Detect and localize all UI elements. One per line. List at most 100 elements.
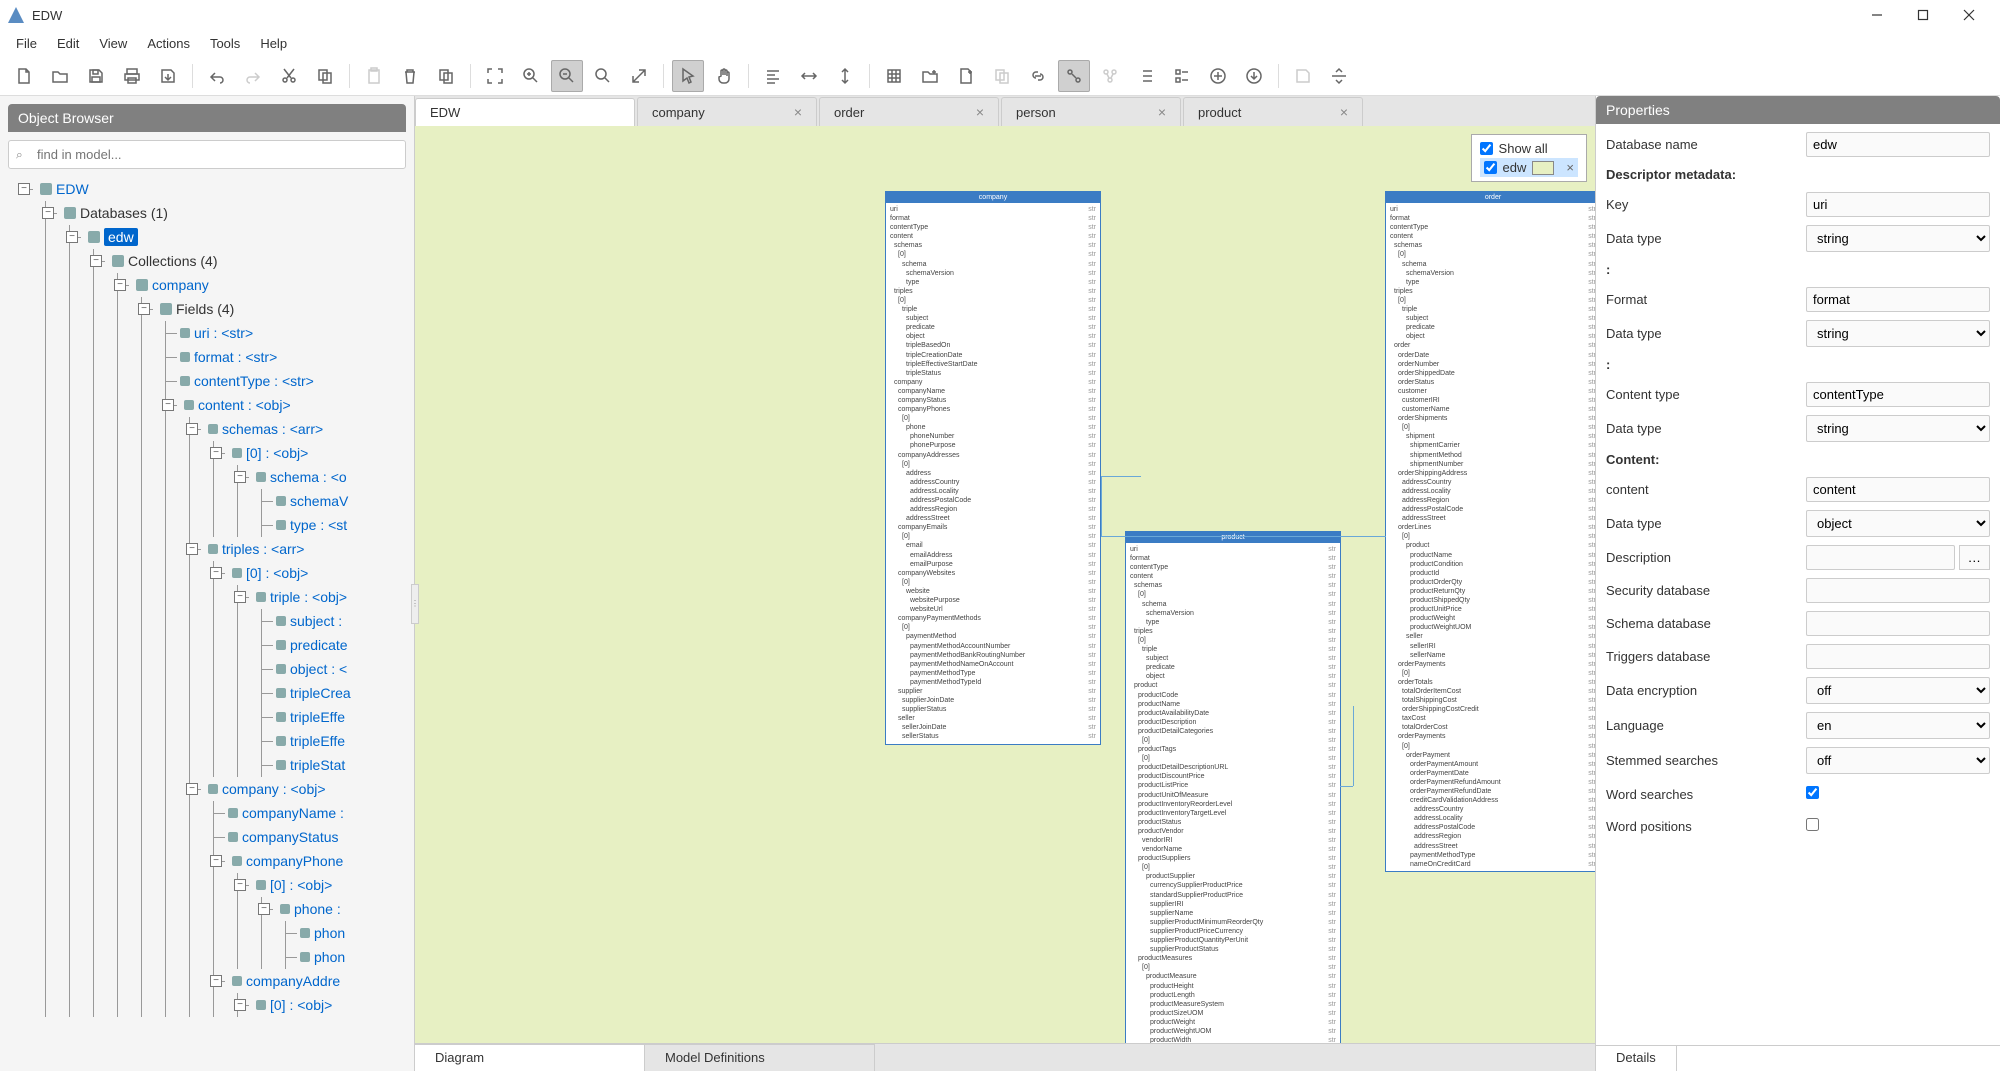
save2-icon[interactable] — [1287, 60, 1319, 92]
grid-icon[interactable] — [878, 60, 910, 92]
hand-icon[interactable] — [708, 60, 740, 92]
tree-databases[interactable]: Databases (1) — [80, 205, 168, 221]
tree-collections[interactable]: Collections (4) — [128, 253, 217, 269]
prop-input-content-type[interactable] — [1806, 382, 1990, 407]
ellipsis-button[interactable]: … — [1959, 545, 1990, 570]
prop-input-database-name[interactable] — [1806, 132, 1990, 157]
prop-input-key[interactable] — [1806, 192, 1990, 217]
tree-leaf[interactable]: contentType : <str> — [194, 373, 314, 389]
close-button[interactable] — [1946, 0, 1992, 30]
prop-input-schema-database[interactable] — [1806, 611, 1990, 636]
prop-check-word-positions[interactable] — [1806, 818, 1819, 831]
tree-leaf[interactable]: type : <st — [290, 517, 347, 533]
entity-product[interactable]: producturistrformatstrcontentTypestrcont… — [1125, 531, 1341, 1043]
tree-leaf[interactable]: format : <str> — [194, 349, 277, 365]
prop-input-content[interactable] — [1806, 477, 1990, 502]
list2-icon[interactable] — [1166, 60, 1198, 92]
prop-input[interactable] — [1806, 545, 1955, 570]
add-doc-icon[interactable] — [950, 60, 982, 92]
details-tab[interactable]: Details — [1596, 1046, 1677, 1071]
menu-actions[interactable]: Actions — [137, 32, 200, 55]
tree-company[interactable]: company — [152, 277, 209, 293]
undo-icon[interactable] — [201, 60, 233, 92]
tree-arr0[interactable]: [0] : <obj> — [246, 445, 308, 461]
tab-close-icon[interactable]: × — [976, 104, 984, 120]
export-icon[interactable] — [152, 60, 184, 92]
menu-help[interactable]: Help — [250, 32, 297, 55]
prop-select-stemmed-searches[interactable]: off — [1806, 747, 1990, 774]
link-icon[interactable] — [1022, 60, 1054, 92]
prop-select-data-type[interactable]: string — [1806, 225, 1990, 252]
splitter-handle[interactable]: ⋮ — [411, 584, 419, 624]
prop-input-format[interactable] — [1806, 287, 1990, 312]
resize-icon[interactable] — [623, 60, 655, 92]
tab-close-icon[interactable]: × — [1340, 104, 1348, 120]
save-icon[interactable] — [80, 60, 112, 92]
zoom-in-icon[interactable] — [515, 60, 547, 92]
maximize-button[interactable] — [1900, 0, 1946, 30]
object-browser-tree[interactable]: −EDW −Databases (1) −edw −Collec — [8, 177, 406, 1063]
tree-phone-obj[interactable]: phone : — [294, 901, 341, 917]
tree-leaf[interactable]: uri : <str> — [194, 325, 253, 341]
paste-icon[interactable] — [358, 60, 390, 92]
prop-input-triggers-database[interactable] — [1806, 644, 1990, 669]
tree-db-edw[interactable]: edw — [104, 228, 138, 246]
circle-down-icon[interactable] — [1238, 60, 1270, 92]
object-browser-search[interactable] — [8, 140, 406, 169]
tree-triple[interactable]: triple : <obj> — [270, 589, 347, 605]
tree-schemas[interactable]: schemas : <arr> — [222, 421, 323, 437]
diagram-canvas[interactable]: Show all edw× companyuristrformatstrcont… — [415, 126, 1595, 1043]
tab-person[interactable]: person× — [1001, 97, 1181, 126]
prop-select-data-encryption[interactable]: off — [1806, 677, 1990, 704]
cut-icon[interactable] — [273, 60, 305, 92]
layer-close-icon[interactable]: × — [1566, 160, 1574, 175]
redo-icon[interactable] — [237, 60, 269, 92]
new-file-icon[interactable] — [8, 60, 40, 92]
zoom-out-icon[interactable] — [551, 60, 583, 92]
prop-select-data-type[interactable]: string — [1806, 320, 1990, 347]
prop-select-data-type[interactable]: string — [1806, 415, 1990, 442]
delete-icon[interactable] — [394, 60, 426, 92]
add-folder-icon[interactable] — [914, 60, 946, 92]
tree-arr0[interactable]: [0] : <obj> — [270, 877, 332, 893]
align-left-icon[interactable] — [757, 60, 789, 92]
tree-phone[interactable]: companyPhone — [246, 853, 343, 869]
prop-input-security-database[interactable] — [1806, 578, 1990, 603]
tab-edw[interactable]: EDW — [415, 98, 635, 126]
tree-leaf[interactable]: object : < — [290, 661, 347, 677]
relationship-icon[interactable] — [1058, 60, 1090, 92]
tree-arr0[interactable]: [0] : <obj> — [246, 565, 308, 581]
tree-leaf[interactable]: companyStatus — [242, 829, 339, 845]
tab-order[interactable]: order× — [819, 97, 999, 126]
copy-icon[interactable] — [309, 60, 341, 92]
edw-layer-checkbox[interactable] — [1484, 161, 1497, 174]
open-folder-icon[interactable] — [44, 60, 76, 92]
tree-leaf[interactable]: predicate — [290, 637, 348, 653]
distribute-h-icon[interactable] — [793, 60, 825, 92]
tab-close-icon[interactable]: × — [1158, 104, 1166, 120]
minimize-button[interactable] — [1854, 0, 1900, 30]
tree-schema[interactable]: schema : <o — [270, 469, 347, 485]
show-all-checkbox[interactable] — [1480, 142, 1493, 155]
tree-leaf[interactable]: phon — [314, 925, 345, 941]
prop-select-language[interactable]: en — [1806, 712, 1990, 739]
fit-screen-icon[interactable] — [479, 60, 511, 92]
menu-file[interactable]: File — [6, 32, 47, 55]
search-icon[interactable] — [587, 60, 619, 92]
tree-leaf[interactable]: tripleCrea — [290, 685, 351, 701]
tree-fields[interactable]: Fields (4) — [176, 301, 234, 317]
tab-company[interactable]: company× — [637, 97, 817, 126]
menu-view[interactable]: View — [89, 32, 137, 55]
tree-leaf[interactable]: phon — [314, 949, 345, 965]
tree-root[interactable]: EDW — [56, 181, 89, 197]
tree-triples[interactable]: triples : <arr> — [222, 541, 304, 557]
tree-addr[interactable]: companyAddre — [246, 973, 340, 989]
pointer-icon[interactable] — [672, 60, 704, 92]
duplicate-icon[interactable] — [430, 60, 462, 92]
list-icon[interactable] — [1130, 60, 1162, 92]
tree-leaf[interactable]: content : <obj> — [198, 397, 291, 413]
sync-icon[interactable] — [1323, 60, 1355, 92]
tree-company-obj[interactable]: company : <obj> — [222, 781, 326, 797]
tab-product[interactable]: product× — [1183, 97, 1363, 126]
tree-leaf[interactable]: companyName : — [242, 805, 344, 821]
